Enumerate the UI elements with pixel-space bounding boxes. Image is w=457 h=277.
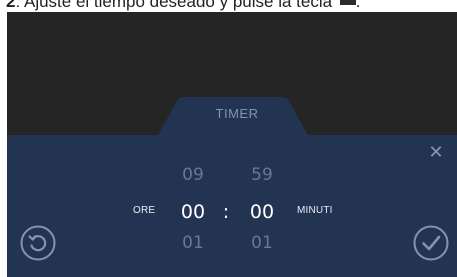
hours-previous[interactable]: 09 [173,165,213,185]
instruction-text: : Ajuste el tiempo deseado y pulse la te… [15,0,333,11]
reset-button[interactable] [20,225,56,261]
minutes-value[interactable]: 00 [242,201,282,223]
minutes-next[interactable]: 01 [242,233,282,253]
checkmark-icon [413,225,449,261]
caption-end: . [355,0,361,11]
close-icon[interactable]: ✕ [427,143,445,161]
hours-next[interactable]: 01 [173,233,213,253]
timer-tab[interactable]: TIMER [202,106,272,121]
hours-value[interactable]: 00 [173,201,213,223]
key-icon [339,0,356,6]
appliance-display: TIMER ✕ 09 00 01 : 59 00 01 ORE MINUTI [7,12,457,277]
confirm-button[interactable] [413,225,449,261]
time-separator: : [222,201,230,223]
reset-icon [20,225,56,261]
instruction-caption: 2: Ajuste el tiempo deseado y pulse la t… [6,0,361,12]
minutes-label: MINUTI [297,205,333,216]
minutes-previous[interactable]: 59 [242,165,282,185]
hours-label: ORE [133,205,156,216]
